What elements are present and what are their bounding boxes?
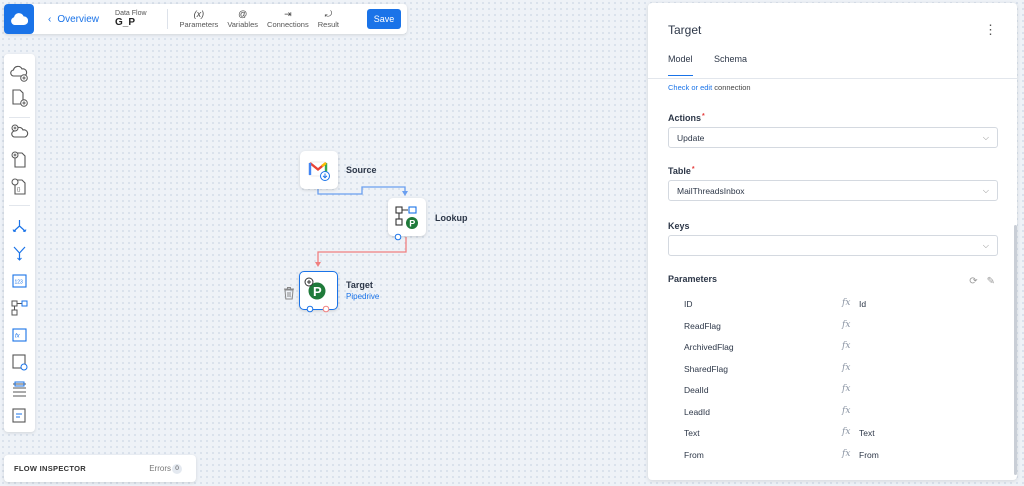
parameter-row[interactable]: LeadId fx: [684, 405, 984, 421]
expression-fx-icon[interactable]: fx: [842, 298, 850, 308]
parameter-value: From: [859, 450, 879, 460]
parameter-name: ID: [684, 299, 693, 309]
actions-label-text: Actions: [668, 113, 702, 123]
chevron-down-icon: ⌵: [982, 186, 989, 195]
parameter-row[interactable]: SharedFlag fx: [684, 362, 984, 378]
parameter-row[interactable]: ReadFlag fx: [684, 319, 984, 335]
parameter-name: LeadId: [684, 407, 710, 417]
svg-text:P: P: [409, 219, 415, 229]
parameter-name: Text: [684, 428, 700, 438]
connection-hint: Check or edit connection: [668, 83, 751, 92]
tab-model[interactable]: Model: [668, 54, 693, 76]
table-select[interactable]: MailThreadsInbox ⌵: [668, 180, 998, 201]
panel-title: Target: [668, 23, 702, 37]
check-edit-connection-link[interactable]: Check or edit: [668, 83, 712, 92]
table-label: Table*: [668, 166, 695, 176]
tab-divider: [648, 78, 1017, 79]
lookup-pipedrive-icon: P: [395, 206, 418, 229]
parameter-value: Id: [859, 299, 867, 309]
parameter-name: ReadFlag: [684, 321, 721, 331]
expression-fx-icon[interactable]: fx: [842, 427, 850, 437]
keys-label: Keys: [668, 221, 690, 231]
parameter-name: ArchivedFlag: [684, 342, 734, 352]
keys-select[interactable]: ⌵: [668, 235, 998, 256]
parameter-name: DealId: [684, 385, 709, 395]
target-node-title: Target: [346, 280, 373, 290]
lookup-node-title: Lookup: [435, 213, 468, 223]
target-properties-panel: Target ⋮ Model Schema Check or edit conn…: [648, 3, 1017, 480]
actions-select[interactable]: Update ⌵: [668, 127, 998, 148]
tab-schema[interactable]: Schema: [714, 54, 747, 64]
edit-pencil-icon[interactable]: ✎: [987, 276, 995, 287]
more-options-icon[interactable]: ⋮: [984, 22, 997, 38]
parameter-row[interactable]: DealId fx: [684, 383, 984, 399]
parameter-row[interactable]: Text fx Text: [684, 426, 984, 442]
expression-fx-icon[interactable]: fx: [842, 406, 850, 416]
source-lookup-arrow: [402, 191, 408, 196]
pipedrive-icon: P: [304, 277, 326, 300]
panel-scrollbar[interactable]: [1014, 225, 1017, 475]
parameter-row[interactable]: ID fx Id: [684, 297, 984, 313]
parameters-label: Parameters: [668, 274, 718, 284]
table-label-text: Table: [668, 166, 691, 176]
expression-fx-icon[interactable]: fx: [842, 320, 850, 330]
parameter-value: Text: [859, 428, 875, 438]
chevron-down-icon: ⌵: [982, 241, 989, 250]
parameters-actions: ⟳ ✎: [969, 276, 995, 287]
expression-fx-icon[interactable]: fx: [842, 363, 850, 373]
required-marker: *: [691, 166, 695, 173]
required-marker: *: [702, 113, 705, 120]
source-node-title: Source: [346, 165, 377, 175]
expression-fx-icon[interactable]: fx: [842, 449, 850, 459]
flow-inspector-title: FLOW INSPECTOR: [14, 464, 86, 473]
expression-fx-icon[interactable]: fx: [842, 341, 850, 351]
lookup-target-arrow: [315, 262, 321, 267]
lookup-node[interactable]: P: [388, 198, 426, 236]
errors-count-badge: 0: [172, 463, 182, 474]
delete-node-icon[interactable]: [283, 286, 295, 300]
actions-label: Actions*: [668, 113, 705, 123]
connection-text: connection: [714, 83, 751, 92]
chevron-down-icon: ⌵: [982, 133, 989, 142]
flow-inspector[interactable]: FLOW INSPECTOR Errors 0: [4, 455, 196, 482]
parameter-name: SharedFlag: [684, 364, 728, 374]
target-node-subtitle: Pipedrive: [346, 292, 380, 301]
lookup-output-port[interactable]: [394, 233, 402, 241]
gmail-icon: [308, 161, 330, 181]
svg-text:P: P: [313, 284, 322, 299]
source-node[interactable]: [300, 151, 338, 189]
flow-links: [315, 186, 408, 267]
parameter-row[interactable]: ArchivedFlag fx: [684, 340, 984, 356]
actions-value: Update: [677, 132, 705, 143]
refresh-icon[interactable]: ⟳: [969, 276, 977, 287]
parameter-name: From: [684, 450, 704, 460]
table-value: MailThreadsInbox: [677, 185, 745, 196]
expression-fx-icon[interactable]: fx: [842, 384, 850, 394]
lookup-target-link[interactable]: [317, 237, 407, 265]
target-ports[interactable]: [305, 305, 335, 314]
parameter-row[interactable]: From fx From: [684, 448, 984, 464]
errors-label: Errors: [149, 464, 171, 473]
